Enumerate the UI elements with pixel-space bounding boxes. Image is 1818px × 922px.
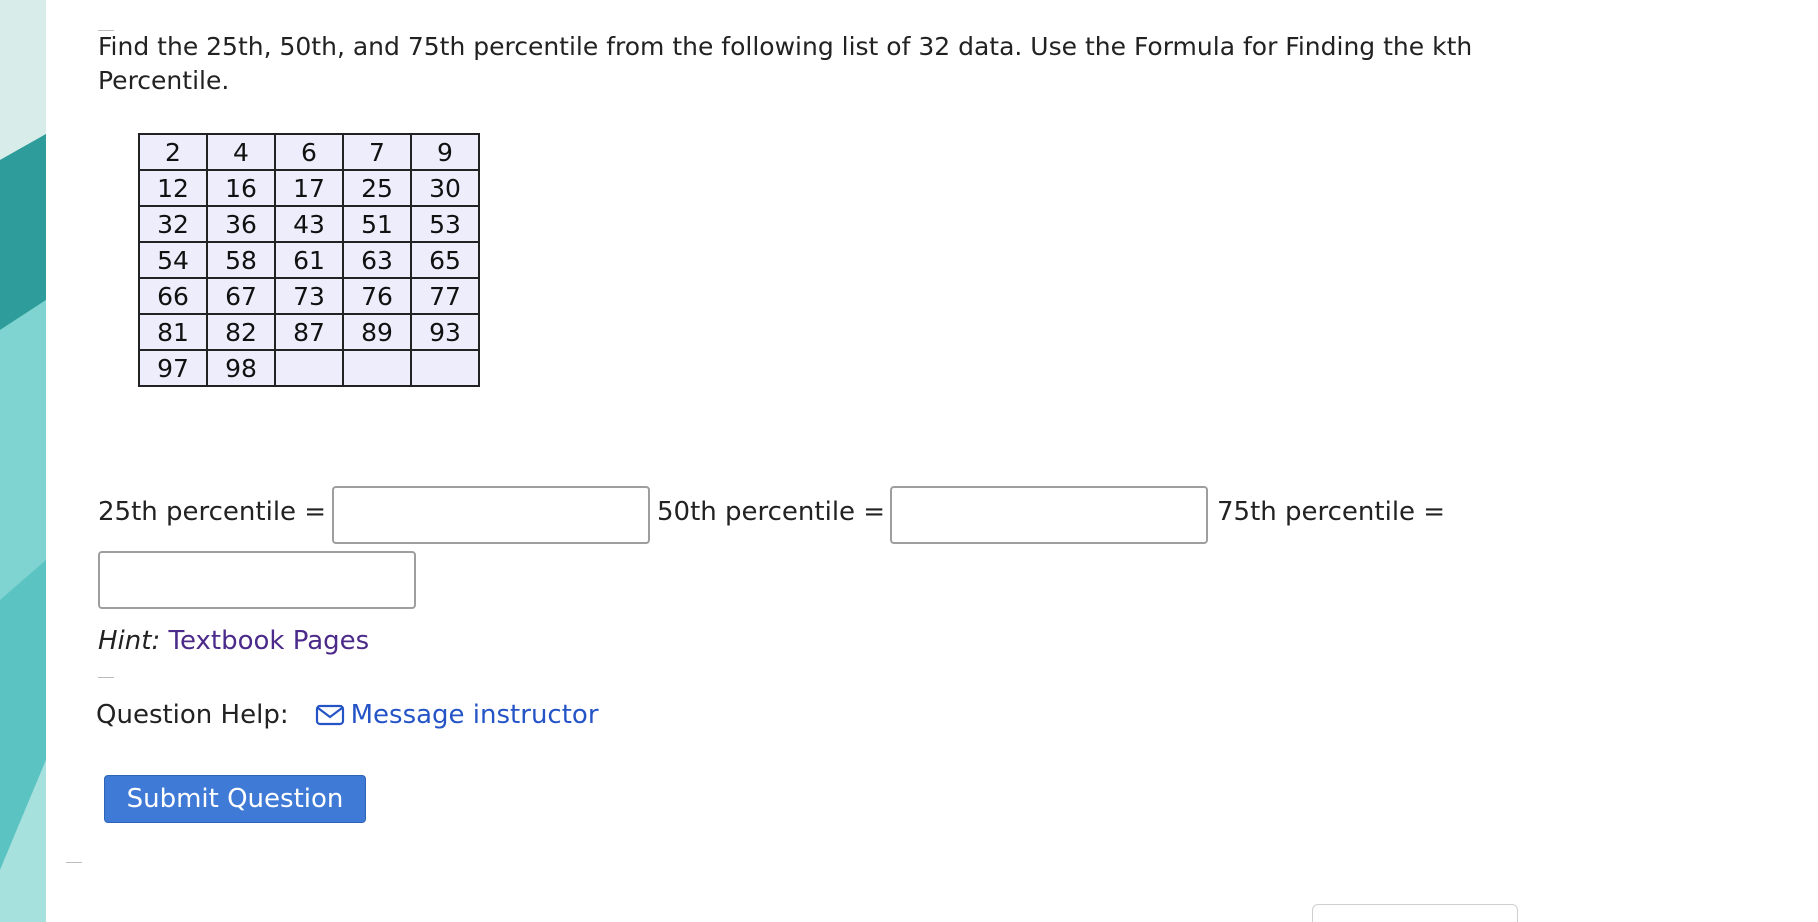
decorative-sidebar-graphic <box>0 0 46 922</box>
table-cell: 54 <box>138 241 208 279</box>
table-cell: 93 <box>410 313 480 351</box>
table-cell: 6 <box>274 133 344 171</box>
table-row: 81 82 87 89 93 <box>138 313 480 351</box>
submit-question-button[interactable]: Submit Question <box>104 775 366 823</box>
table-cell: 43 <box>274 205 344 243</box>
bottom-tab[interactable] <box>1312 904 1518 922</box>
table-cell <box>410 349 480 387</box>
table-row: 54 58 61 63 65 <box>138 241 480 279</box>
table-cell: 16 <box>206 169 276 207</box>
table-row: 32 36 43 51 53 <box>138 205 480 243</box>
table-cell: 17 <box>274 169 344 207</box>
table-cell <box>274 349 344 387</box>
table-cell: 12 <box>138 169 208 207</box>
table-cell: 51 <box>342 205 412 243</box>
question-text: Find the 25th, 50th, and 75th percentile… <box>98 32 1473 95</box>
table-cell: 61 <box>274 241 344 279</box>
table-cell: 4 <box>206 133 276 171</box>
table-row: 66 67 73 76 77 <box>138 277 480 315</box>
textbook-pages-link[interactable]: Textbook Pages <box>168 626 369 656</box>
p25-label: 25th percentile = <box>98 497 327 527</box>
table-row: 97 98 <box>138 349 480 387</box>
question-help: Question Help: Message instructor <box>96 700 599 730</box>
table-cell: 97 <box>138 349 208 387</box>
divider <box>66 862 82 863</box>
table-cell: 98 <box>206 349 276 387</box>
table-cell: 76 <box>342 277 412 315</box>
page: Find the 25th, 50th, and 75th percentile… <box>0 0 1818 922</box>
table-cell: 25 <box>342 169 412 207</box>
p50-input[interactable] <box>890 486 1208 544</box>
table-cell: 73 <box>274 277 344 315</box>
table-cell: 77 <box>410 277 480 315</box>
table-cell: 67 <box>206 277 276 315</box>
p25-input[interactable] <box>332 486 650 544</box>
table-cell: 36 <box>206 205 276 243</box>
table-cell <box>342 349 412 387</box>
hint-label: Hint: <box>98 626 161 656</box>
table-cell: 82 <box>206 313 276 351</box>
question-help-label: Question Help: <box>96 700 289 730</box>
table-cell: 32 <box>138 205 208 243</box>
table-cell: 89 <box>342 313 412 351</box>
table-cell: 58 <box>206 241 276 279</box>
table-cell: 2 <box>138 133 208 171</box>
p75-input[interactable] <box>98 551 416 609</box>
table-cell: 7 <box>342 133 412 171</box>
hint: Hint: Textbook Pages <box>98 626 369 656</box>
p50-label: 50th percentile = <box>657 497 886 527</box>
message-instructor-link[interactable]: Message instructor <box>351 700 599 730</box>
table-cell: 66 <box>138 277 208 315</box>
table-cell: 63 <box>342 241 412 279</box>
divider <box>98 677 114 678</box>
table-cell: 53 <box>410 205 480 243</box>
table-cell: 81 <box>138 313 208 351</box>
table-cell: 65 <box>410 241 480 279</box>
table-cell: 30 <box>410 169 480 207</box>
envelope-icon[interactable] <box>315 703 345 727</box>
table-cell: 9 <box>410 133 480 171</box>
decorative-sidebar <box>0 0 46 922</box>
table-cell: 87 <box>274 313 344 351</box>
table-row: 24679 <box>138 133 480 171</box>
data-table: 2 4 6 7 9 12 16 17 25 30 32 36 43 51 53 54 58 61 63 65 66 67 7… <box>138 133 480 387</box>
p75-label: 75th percentile = <box>1217 497 1446 527</box>
table-row: 12 16 17 25 30 <box>138 169 480 207</box>
